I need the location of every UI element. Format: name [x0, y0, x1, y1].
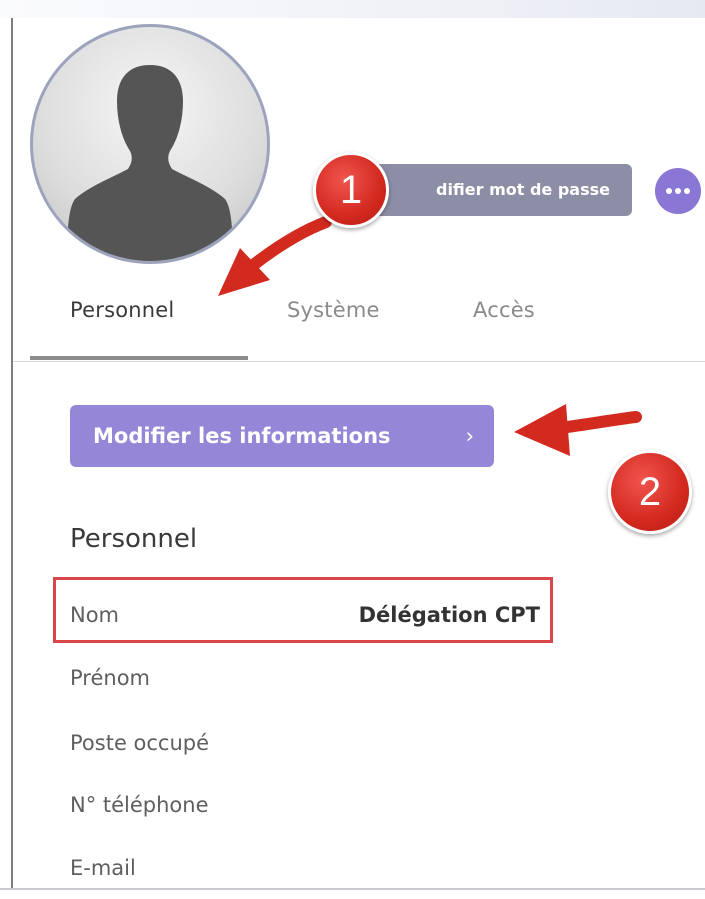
tab-personnel[interactable]: Personnel: [70, 298, 174, 322]
field-label-telephone: N° téléphone: [70, 793, 209, 817]
avatar[interactable]: [30, 24, 270, 264]
tab-acces[interactable]: Accès: [473, 298, 535, 322]
person-silhouette-icon: [67, 65, 233, 261]
more-dot-icon: [666, 188, 672, 194]
callout-badge-2: 2: [608, 450, 692, 534]
tab-systeme[interactable]: Système: [287, 298, 380, 322]
edit-information-button[interactable]: Modifier les informations ›: [70, 405, 494, 467]
active-tab-indicator: [30, 356, 248, 360]
chevron-right-icon: ›: [465, 424, 474, 448]
window-top-strip: [0, 0, 705, 18]
more-dot-icon: [684, 188, 690, 194]
left-border: [11, 18, 13, 888]
callout-badge-1: 1: [313, 152, 389, 228]
bottom-border: [0, 888, 705, 890]
field-label-email: E-mail: [70, 856, 136, 880]
change-password-label: difier mot de passe: [435, 180, 610, 199]
arrow-2-icon: [514, 404, 642, 456]
field-label-prenom: Prénom: [70, 666, 151, 690]
highlight-box: [53, 577, 553, 643]
more-options-button[interactable]: [655, 168, 701, 214]
section-title: Personnel: [70, 524, 198, 554]
edit-information-label: Modifier les informations: [93, 424, 391, 448]
field-label-poste: Poste occupé: [70, 731, 210, 755]
more-dot-icon: [675, 188, 681, 194]
tabs-divider: [13, 361, 705, 362]
